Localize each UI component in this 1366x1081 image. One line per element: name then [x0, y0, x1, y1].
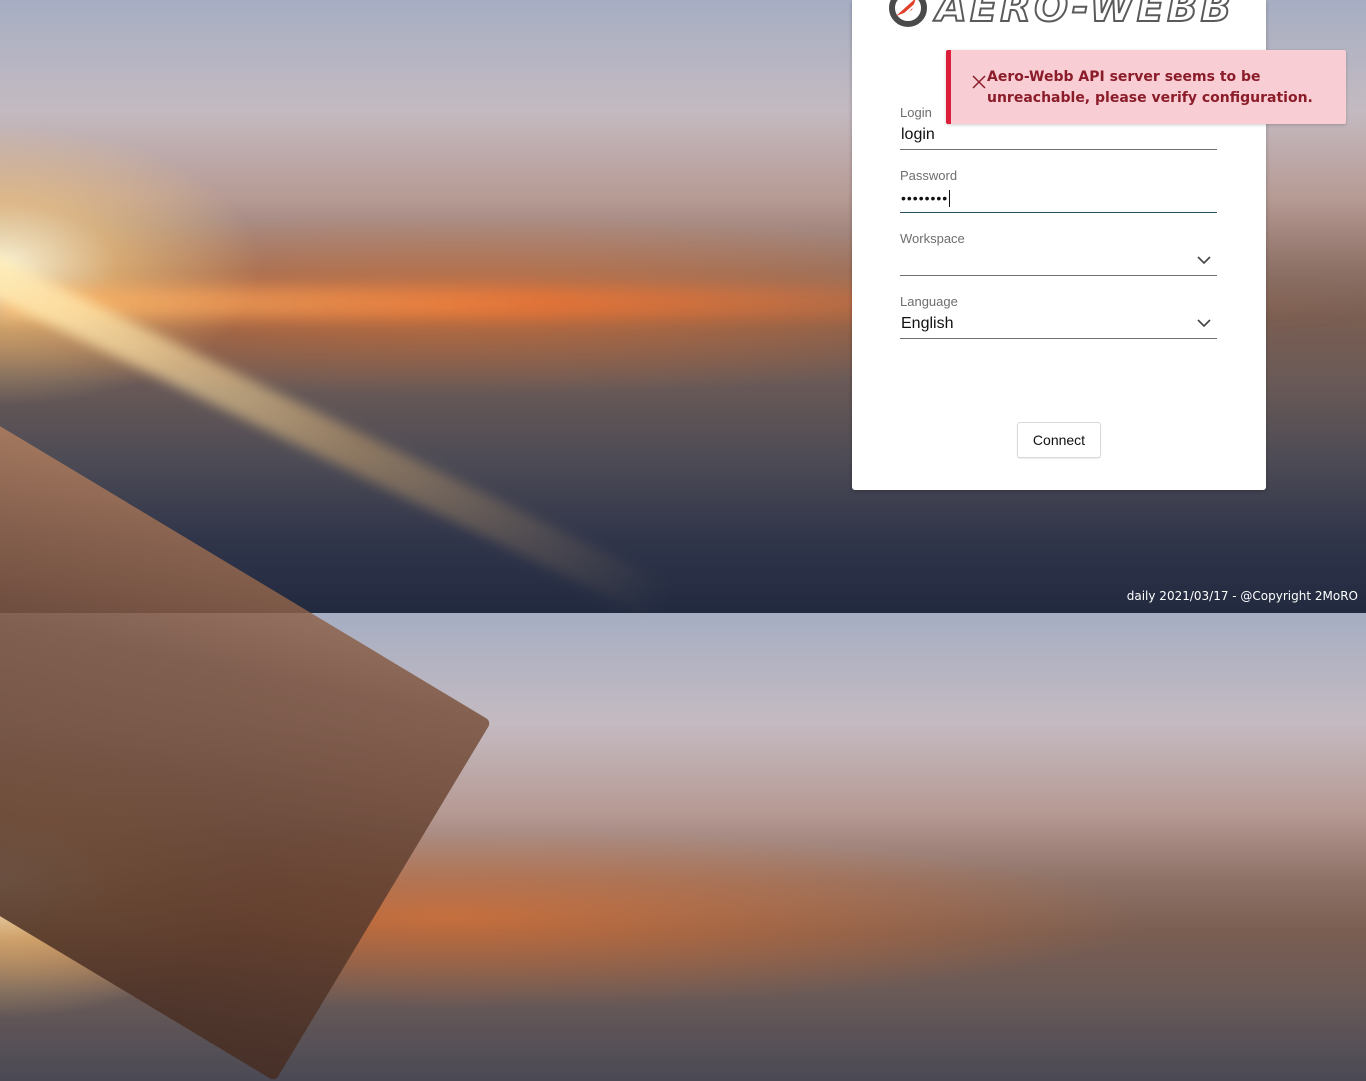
background-airplane-wing — [0, 330, 492, 1081]
language-selected-value: English — [901, 315, 954, 332]
footer-version-copyright: daily 2021/03/17 - @Copyright 2MoRO — [1126, 589, 1358, 603]
password-masked-value: •••••••• — [901, 190, 949, 206]
password-field: Password •••••••• — [900, 168, 1217, 213]
chevron-down-icon[interactable] — [1197, 318, 1211, 328]
error-toast: Aero-Webb API server seems to be unreach… — [946, 50, 1346, 124]
workspace-field: Workspace — [900, 231, 1217, 276]
aero-webb-logo-icon — [889, 0, 927, 27]
connect-button[interactable]: Connect — [1017, 422, 1101, 458]
login-input[interactable] — [900, 123, 1217, 147]
close-icon[interactable] — [972, 75, 986, 89]
workspace-select[interactable] — [900, 247, 1217, 276]
login-input-row — [900, 121, 1217, 150]
workspace-label: Workspace — [900, 231, 965, 246]
language-label: Language — [900, 294, 958, 309]
password-input[interactable]: •••••••• — [900, 184, 1217, 213]
background-sun-ray — [0, 251, 672, 620]
language-select[interactable]: English — [900, 310, 1217, 339]
password-label: Password — [900, 168, 958, 183]
text-cursor — [949, 189, 951, 207]
chevron-down-icon[interactable] — [1197, 255, 1211, 265]
language-field: Language English — [900, 294, 1217, 339]
toast-message: Aero-Webb API server seems to be unreach… — [987, 69, 1313, 106]
app-logo: AERO-WEBB — [886, 0, 1235, 31]
logo-text: AERO-WEBB — [935, 0, 1235, 31]
